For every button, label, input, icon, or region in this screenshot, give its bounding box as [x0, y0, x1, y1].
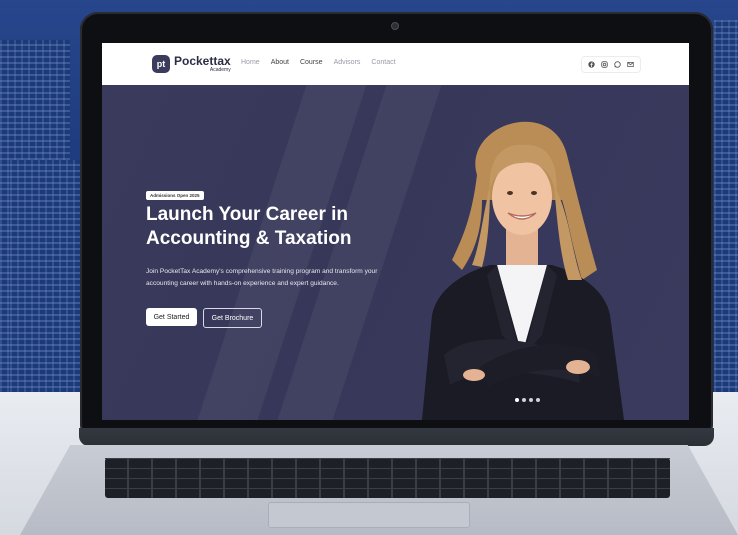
hero-headline: Launch Your Career in Accounting & Taxat…: [146, 203, 351, 251]
keyboard-rows: [105, 458, 670, 498]
logo-subtitle: Academy: [209, 67, 231, 73]
logo-mark-icon: pt: [152, 55, 170, 73]
nav-advisors-link[interactable]: Advisors: [334, 59, 361, 66]
facebook-icon[interactable]: [588, 61, 595, 68]
hero-headline-line1: Launch Your Career in: [146, 204, 349, 225]
laptop-hinge: [79, 428, 714, 446]
get-brochure-button[interactable]: Get Brochure: [203, 308, 262, 328]
carousel-dot[interactable]: [522, 398, 526, 402]
building: [10, 160, 80, 400]
hero-person-image: [422, 121, 624, 420]
whatsapp-icon[interactable]: [614, 61, 621, 68]
hero-subtext: Join PocketTax Academy's comprehensive t…: [146, 268, 378, 287]
laptop-screen: pt Pockettax Academy Home About Course A…: [102, 43, 689, 420]
logo[interactable]: pt Pockettax Academy: [152, 55, 231, 73]
social-links: [581, 56, 641, 73]
instagram-icon[interactable]: [601, 61, 608, 68]
trackpad: [268, 502, 470, 528]
logo-name: Pockettax: [174, 54, 231, 68]
hero-section: Admissions Open 2025 Launch Your Career …: [102, 85, 689, 420]
get-started-button[interactable]: Get Started: [146, 308, 197, 326]
mail-icon[interactable]: [627, 61, 634, 68]
carousel-dot[interactable]: [536, 398, 540, 402]
nav-course-link[interactable]: Course: [300, 59, 323, 66]
hero-headline-line2: Accounting & Taxation: [146, 228, 352, 249]
carousel-dot[interactable]: [529, 398, 533, 402]
nav-home-link[interactable]: Home: [241, 59, 260, 66]
carousel-dots: [515, 398, 540, 402]
building: [714, 20, 738, 400]
nav-contact-link[interactable]: Contact: [371, 59, 395, 66]
carousel-dot[interactable]: [515, 398, 519, 402]
navbar: pt Pockettax Academy Home About Course A…: [102, 43, 689, 85]
admissions-badge: Admissions Open 2025: [146, 191, 204, 200]
nav-menu: Home About Course Advisors Contact: [241, 59, 396, 66]
webcam-icon: [391, 22, 399, 30]
nav-about-link[interactable]: About: [271, 59, 289, 66]
